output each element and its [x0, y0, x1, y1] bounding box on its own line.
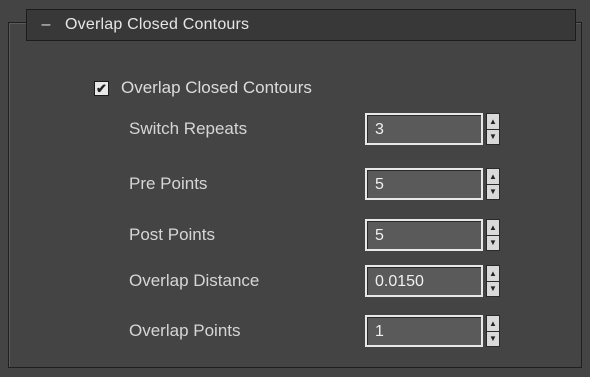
- field-value: 1: [375, 323, 384, 340]
- spinner-down-icon[interactable]: ▼: [486, 183, 500, 200]
- param-label: Post Points: [129, 225, 215, 244]
- param-row-switch-repeats: Switch Repeats 3 ▲ ▼: [129, 113, 509, 147]
- param-label: Overlap Distance: [129, 271, 260, 290]
- field-value: 5: [375, 176, 384, 193]
- param-row-overlap-points: Overlap Points 1 ▲ ▼: [129, 315, 509, 349]
- param-row-pre-points: Pre Points 5 ▲ ▼: [129, 168, 509, 202]
- switch-repeats-input[interactable]: 3: [365, 113, 483, 145]
- rollout-header[interactable]: – Overlap Closed Contours: [26, 9, 576, 41]
- overlap-points-input[interactable]: 1: [365, 315, 483, 347]
- spinner-up-icon[interactable]: ▲: [486, 315, 500, 331]
- switch-repeats-spinner[interactable]: ▲ ▼: [486, 113, 500, 145]
- field-value: 3: [375, 121, 384, 138]
- pre-points-input[interactable]: 5: [365, 168, 483, 200]
- overlap-closed-contours-option[interactable]: ✔ Overlap Closed Contours: [94, 78, 312, 98]
- post-points-input[interactable]: 5: [365, 219, 483, 251]
- overlap-closed-contours-checkbox[interactable]: ✔: [94, 80, 109, 96]
- overlap-distance-spinner[interactable]: ▲ ▼: [486, 265, 500, 297]
- overlap-points-spinner[interactable]: ▲ ▼: [486, 315, 500, 347]
- pre-points-spinner[interactable]: ▲ ▼: [486, 168, 500, 200]
- spinner-up-icon[interactable]: ▲: [486, 219, 500, 235]
- spinner-up-icon[interactable]: ▲: [486, 113, 500, 129]
- param-row-overlap-distance: Overlap Distance 0.0150 ▲ ▼: [129, 265, 509, 299]
- checkbox-label: Overlap Closed Contours: [121, 78, 312, 97]
- overlap-distance-input[interactable]: 0.0150: [365, 265, 483, 297]
- spinner-down-icon[interactable]: ▼: [486, 234, 500, 251]
- param-row-post-points: Post Points 5 ▲ ▼: [129, 219, 509, 253]
- spinner-down-icon[interactable]: ▼: [486, 128, 500, 145]
- post-points-spinner[interactable]: ▲ ▼: [486, 219, 500, 251]
- param-label: Pre Points: [129, 174, 208, 193]
- param-label: Switch Repeats: [129, 119, 248, 138]
- spinner-up-icon[interactable]: ▲: [486, 265, 500, 281]
- param-label: Overlap Points: [129, 321, 241, 340]
- spinner-down-icon[interactable]: ▼: [486, 330, 500, 347]
- spinner-down-icon[interactable]: ▼: [486, 280, 500, 297]
- rollout-title: Overlap Closed Contours: [65, 16, 250, 33]
- checkmark-icon: ✔: [96, 80, 107, 96]
- collapse-icon[interactable]: –: [37, 16, 55, 34]
- spinner-up-icon[interactable]: ▲: [486, 168, 500, 184]
- field-value: 5: [375, 227, 384, 244]
- field-value: 0.0150: [375, 273, 424, 290]
